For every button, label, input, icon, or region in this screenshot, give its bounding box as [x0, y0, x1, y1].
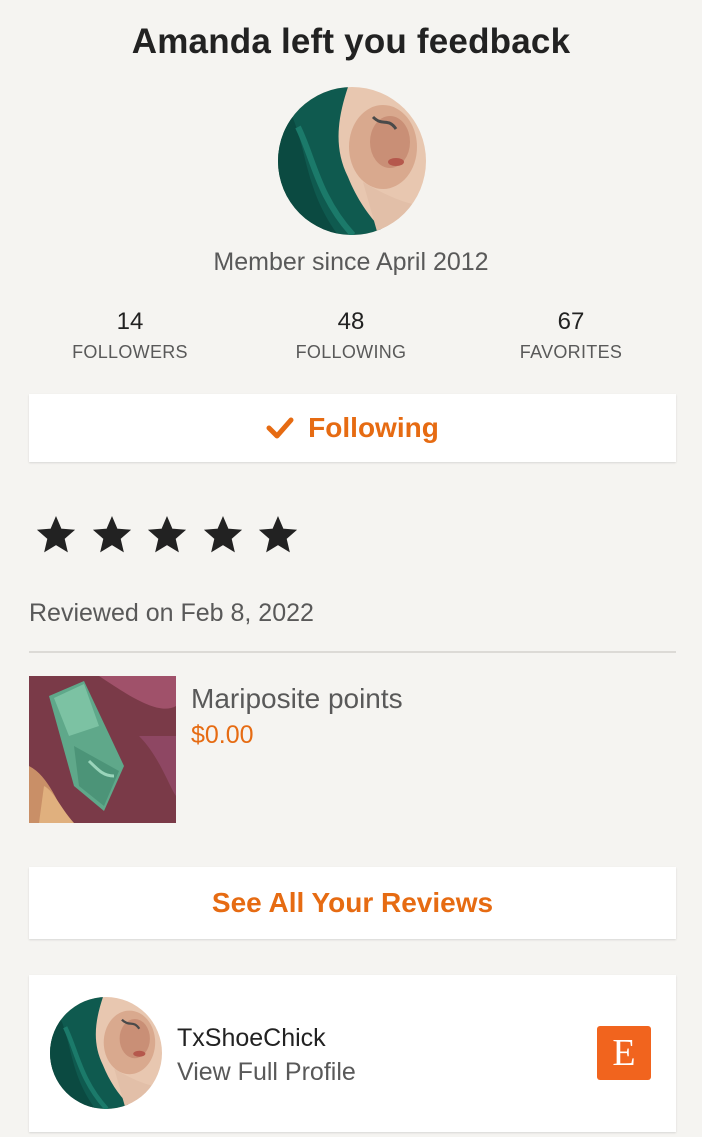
shop-profile-card[interactable]: TxShoeChick View Full Profile E [29, 975, 676, 1132]
member-avatar[interactable] [278, 87, 426, 235]
followers-label: FOLLOWERS [72, 342, 188, 362]
member-since-text: Member since April 2012 [213, 248, 489, 276]
following-button[interactable]: Following [29, 394, 676, 462]
favorites-count: 67 [557, 308, 585, 335]
item-image [29, 676, 176, 823]
following-button-label: Following [308, 412, 439, 443]
following-count: 48 [337, 308, 365, 335]
following-stat[interactable]: 48 FOLLOWING [241, 308, 461, 363]
divider [29, 651, 676, 653]
star-icon [258, 516, 298, 553]
followers-count: 14 [116, 308, 144, 335]
star-icon [203, 516, 242, 553]
item-thumbnail[interactable] [29, 676, 176, 823]
see-all-reviews-button[interactable]: See All Your Reviews [29, 867, 676, 939]
review-date: Reviewed on Feb 8, 2022 [29, 599, 314, 627]
shop-name: TxShoeChick [177, 1024, 326, 1052]
star-icon [147, 516, 187, 553]
star-icon [36, 516, 76, 553]
followers-stat[interactable]: 14 FOLLOWERS [20, 308, 240, 363]
checkmark-icon [266, 417, 294, 439]
favorites-label: FAVORITES [519, 342, 623, 362]
following-label: FOLLOWING [295, 342, 407, 362]
page-title: Amanda left you feedback [131, 22, 571, 61]
see-all-reviews-label: See All Your Reviews [211, 887, 494, 918]
etsy-logo-icon: E [597, 1026, 651, 1080]
favorites-stat[interactable]: 67 FAVORITES [461, 308, 681, 363]
item-title[interactable]: Mariposite points [191, 683, 403, 715]
avatar-image [278, 87, 426, 235]
shop-avatar [50, 997, 162, 1109]
item-price: $0.00 [191, 721, 254, 749]
avatar-image [50, 997, 162, 1109]
star-rating [35, 514, 313, 556]
view-full-profile-link[interactable]: View Full Profile [177, 1058, 356, 1087]
star-icon [92, 516, 131, 553]
